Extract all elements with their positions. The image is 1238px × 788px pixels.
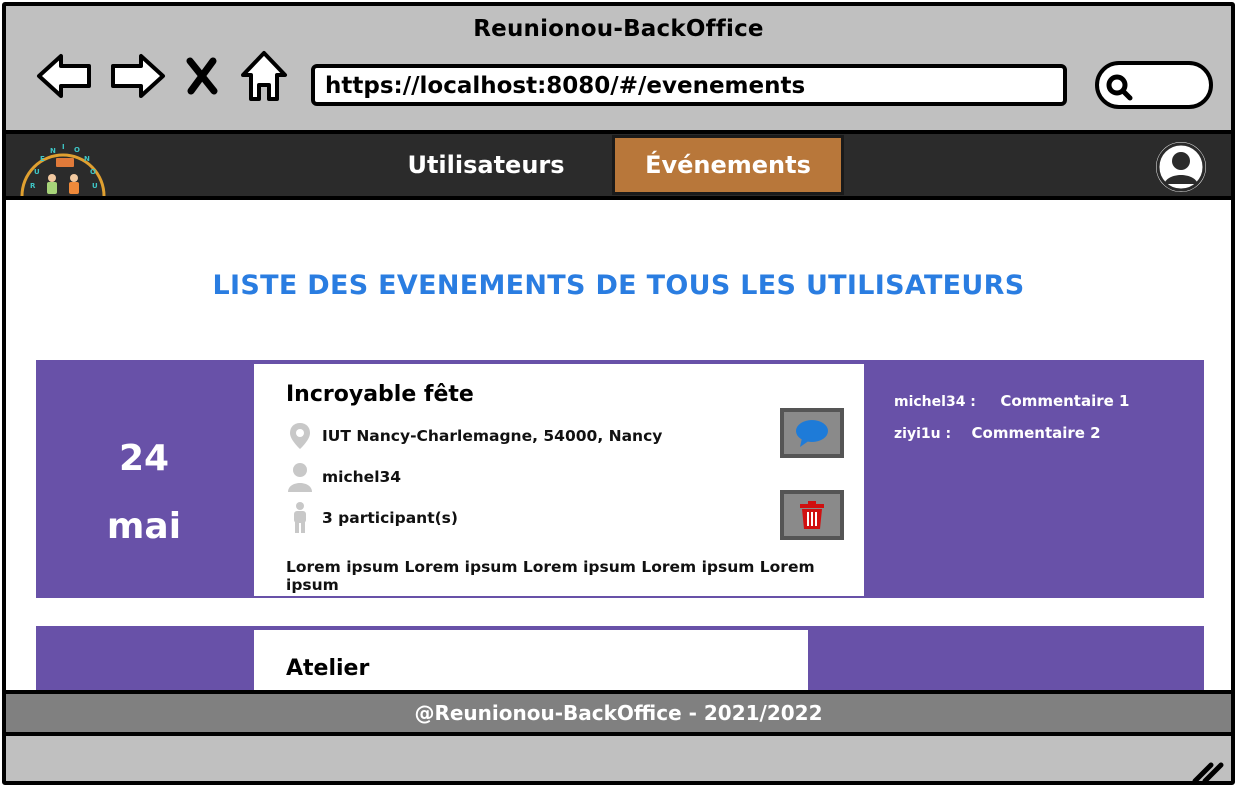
location-pin-icon xyxy=(286,422,314,450)
speech-bubble-icon xyxy=(796,420,828,447)
nav-tab-evenements[interactable]: Événements xyxy=(612,135,844,195)
app-navbar: U E N I O N O U R Utilisateurs Événement… xyxy=(6,134,1231,200)
event-location: IUT Nancy-Charlemagne, 54000, Nancy xyxy=(286,422,662,450)
event-location-text: IUT Nancy-Charlemagne, 54000, Nancy xyxy=(322,427,663,445)
event-organizer-text: michel34 xyxy=(322,468,402,486)
delete-button[interactable] xyxy=(780,490,844,540)
forward-arrow-icon[interactable] xyxy=(106,46,170,106)
resize-grip-icon[interactable] xyxy=(1191,759,1225,785)
window-title: Reunionou-BackOffice xyxy=(473,16,764,42)
comment-author: ziyi1u : xyxy=(894,426,952,442)
comment-text: Commentaire 2 xyxy=(971,424,1101,442)
event-day: 24 xyxy=(118,438,170,479)
event-organizer: michel34 xyxy=(286,462,401,492)
browser-chrome: Reunionou-BackOffice https://localhost:8… xyxy=(6,6,1231,134)
browser-window: Reunionou-BackOffice https://localhost:8… xyxy=(2,2,1235,785)
event-card: 24 mai Incroyable fête IUT Nancy-Charlem… xyxy=(34,358,1206,600)
nav-tab-utilisateurs[interactable]: Utilisateurs xyxy=(376,134,596,196)
main-content: LISTE DES EVENEMENTS DE TOUS LES UTILISA… xyxy=(6,200,1231,690)
comment-item: ziyi1u : Commentaire 2 xyxy=(894,424,1101,442)
svg-text:E: E xyxy=(40,155,45,163)
address-bar[interactable]: https://localhost:8080/#/evenements xyxy=(311,64,1067,106)
svg-text:O: O xyxy=(74,146,80,154)
back-arrow-icon[interactable] xyxy=(32,46,96,106)
browser-search[interactable] xyxy=(1095,61,1213,109)
home-icon[interactable] xyxy=(232,46,296,106)
user-avatar-icon[interactable] xyxy=(1156,142,1206,192)
search-icon xyxy=(1106,74,1133,101)
comment-button[interactable] xyxy=(780,408,844,458)
comment-author: michel34 : xyxy=(894,394,976,410)
trash-icon xyxy=(800,501,824,529)
event-info-panel: Atelier xyxy=(254,630,808,690)
event-participants-text: 3 participant(s) xyxy=(322,509,458,527)
user-icon xyxy=(286,462,314,492)
svg-text:N: N xyxy=(84,155,90,163)
app-logo[interactable]: U E N I O N O U R xyxy=(20,140,106,197)
event-title: Incroyable fête xyxy=(286,382,474,407)
event-card: Atelier xyxy=(34,624,1206,690)
app-footer: @Reunionou-BackOffice - 2021/2022 xyxy=(6,690,1231,736)
svg-text:I: I xyxy=(62,143,65,151)
event-title: Atelier xyxy=(286,656,370,681)
close-icon[interactable] xyxy=(174,46,230,106)
svg-text:O: O xyxy=(90,168,96,176)
person-icon xyxy=(286,502,314,534)
svg-text:N: N xyxy=(50,147,56,155)
page-title: LISTE DES EVENEMENTS DE TOUS LES UTILISA… xyxy=(212,270,1025,301)
comment-item: michel34 : Commentaire 1 xyxy=(894,392,1129,410)
event-description: Lorem ipsum Lorem ipsum Lorem ipsum Lore… xyxy=(286,558,815,594)
event-info-panel: Incroyable fête IUT Nancy-Charlemagne, 5… xyxy=(254,364,864,596)
svg-text:R: R xyxy=(30,182,36,190)
event-participants: 3 participant(s) xyxy=(286,502,458,534)
comment-text: Commentaire 1 xyxy=(1000,392,1130,410)
event-date: 24 mai xyxy=(36,360,252,598)
browser-statusbar xyxy=(6,736,1231,785)
event-month: mai xyxy=(106,506,182,547)
svg-text:U: U xyxy=(34,168,40,176)
svg-text:U: U xyxy=(92,182,98,190)
